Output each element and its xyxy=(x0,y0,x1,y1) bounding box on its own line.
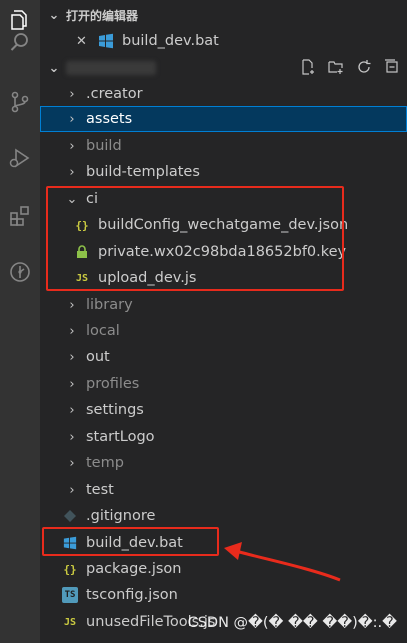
open-editors-header[interactable]: ⌄ 打开的编辑器 xyxy=(40,2,407,28)
open-editor-item[interactable]: ✕ build_dev.bat xyxy=(40,28,407,54)
tree-item-label: upload_dev.js xyxy=(98,270,197,286)
git-file-icon xyxy=(62,508,78,524)
source-control-icon[interactable] xyxy=(0,82,40,122)
tree-folder-expanded[interactable]: ⌄ ci xyxy=(40,186,407,212)
tree-item-label: build xyxy=(86,138,122,154)
tree-folder[interactable]: › temp xyxy=(40,450,407,476)
tree-item-label: settings xyxy=(86,402,144,418)
search-icon[interactable] xyxy=(0,22,40,62)
tree-folder[interactable]: › build-templates xyxy=(40,159,407,185)
tree-item-label: package.json xyxy=(86,561,182,577)
tree-item-label: build_dev.bat xyxy=(86,535,183,551)
json-file-icon: {} xyxy=(75,218,89,232)
chevron-right-icon: › xyxy=(69,402,75,418)
windows-icon xyxy=(98,33,114,49)
tree-folder[interactable]: › out xyxy=(40,344,407,370)
tree-file[interactable]: build_dev.bat xyxy=(40,530,407,556)
tree-item-label: startLogo xyxy=(86,429,155,445)
tree-file[interactable]: JS upload_dev.js xyxy=(40,265,407,291)
chevron-right-icon: › xyxy=(69,297,75,313)
git-graph-icon[interactable] xyxy=(0,252,40,292)
collapse-all-icon[interactable] xyxy=(383,58,401,76)
tree-item-label: .creator xyxy=(86,86,143,102)
explorer-toolbar xyxy=(299,58,401,76)
tree-item-label: local xyxy=(86,323,120,339)
chevron-down-icon: ⌄ xyxy=(48,7,60,23)
chevron-right-icon: › xyxy=(69,323,75,339)
tree-item-label: profiles xyxy=(86,376,140,392)
extensions-icon[interactable] xyxy=(0,196,40,236)
lock-file-icon xyxy=(74,244,90,260)
close-icon[interactable]: ✕ xyxy=(76,34,92,49)
tree-item-label: buildConfig_wechatgame_dev.json xyxy=(98,217,349,233)
chevron-right-icon: › xyxy=(69,376,75,392)
tree-item-label: out xyxy=(86,349,110,365)
tree-item-label: test xyxy=(86,482,114,498)
tree-file[interactable]: .gitignore xyxy=(40,503,407,529)
chevron-right-icon: › xyxy=(69,164,75,180)
tree-folder[interactable]: › build xyxy=(40,133,407,159)
windows-icon xyxy=(62,535,78,551)
js-file-icon: JS xyxy=(63,616,77,628)
tree-folder[interactable]: › startLogo xyxy=(40,424,407,450)
tree-file[interactable]: {} buildConfig_wechatgame_dev.json xyxy=(40,212,407,238)
new-file-icon[interactable] xyxy=(299,58,317,76)
json-file-icon: {} xyxy=(63,562,77,576)
tree-file[interactable]: TS tsconfig.json xyxy=(40,582,407,608)
chevron-right-icon: › xyxy=(69,138,75,154)
tree-item-label: private.wx02c98bda18652bf0.key xyxy=(98,244,347,260)
new-folder-icon[interactable] xyxy=(327,58,345,76)
chevron-down-icon: ⌄ xyxy=(48,60,60,76)
tree-item-label: .gitignore xyxy=(86,508,156,524)
tree-folder[interactable]: › settings xyxy=(40,397,407,423)
explorer-sidebar: ⌄ 打开的编辑器 ✕ build_dev.bat ⌄ › .creator › xyxy=(40,0,407,643)
tree-file[interactable]: private.wx02c98bda18652bf0.key xyxy=(40,239,407,265)
tree-item-label: assets xyxy=(86,111,133,127)
run-debug-icon[interactable] xyxy=(0,138,40,178)
tree-item-label: build-templates xyxy=(86,164,200,180)
open-editors-title: 打开的编辑器 xyxy=(66,8,139,23)
chevron-right-icon: › xyxy=(69,86,75,102)
workspace-name-redacted xyxy=(66,61,156,75)
tree-item-label: ci xyxy=(86,191,99,207)
tree-folder[interactable]: › local xyxy=(40,318,407,344)
tree-folder[interactable]: › test xyxy=(40,477,407,503)
refresh-icon[interactable] xyxy=(355,58,373,76)
watermark-text: CSDN @�(� �� ��)�:.� xyxy=(187,615,397,631)
tree-folder[interactable]: › profiles xyxy=(40,371,407,397)
chevron-right-icon: › xyxy=(69,482,75,498)
tree-item-label: tsconfig.json xyxy=(86,587,178,603)
ts-file-icon: TS xyxy=(62,587,78,603)
chevron-right-icon: › xyxy=(69,429,75,445)
open-editor-filename: build_dev.bat xyxy=(122,33,219,49)
activity-bar xyxy=(0,0,40,643)
tree-folder[interactable]: › assets xyxy=(40,106,407,132)
chevron-right-icon: › xyxy=(69,455,75,471)
chevron-right-icon: › xyxy=(69,111,75,127)
js-file-icon: JS xyxy=(75,272,89,284)
chevron-down-icon: ⌄ xyxy=(66,191,78,207)
tree-item-label: library xyxy=(86,297,133,313)
tree-folder[interactable]: › .creator xyxy=(40,81,407,107)
tree-item-label: temp xyxy=(86,455,124,471)
chevron-right-icon: › xyxy=(69,349,75,365)
tree-file[interactable]: {} package.json xyxy=(40,556,407,582)
tree-folder[interactable]: › library xyxy=(40,292,407,318)
